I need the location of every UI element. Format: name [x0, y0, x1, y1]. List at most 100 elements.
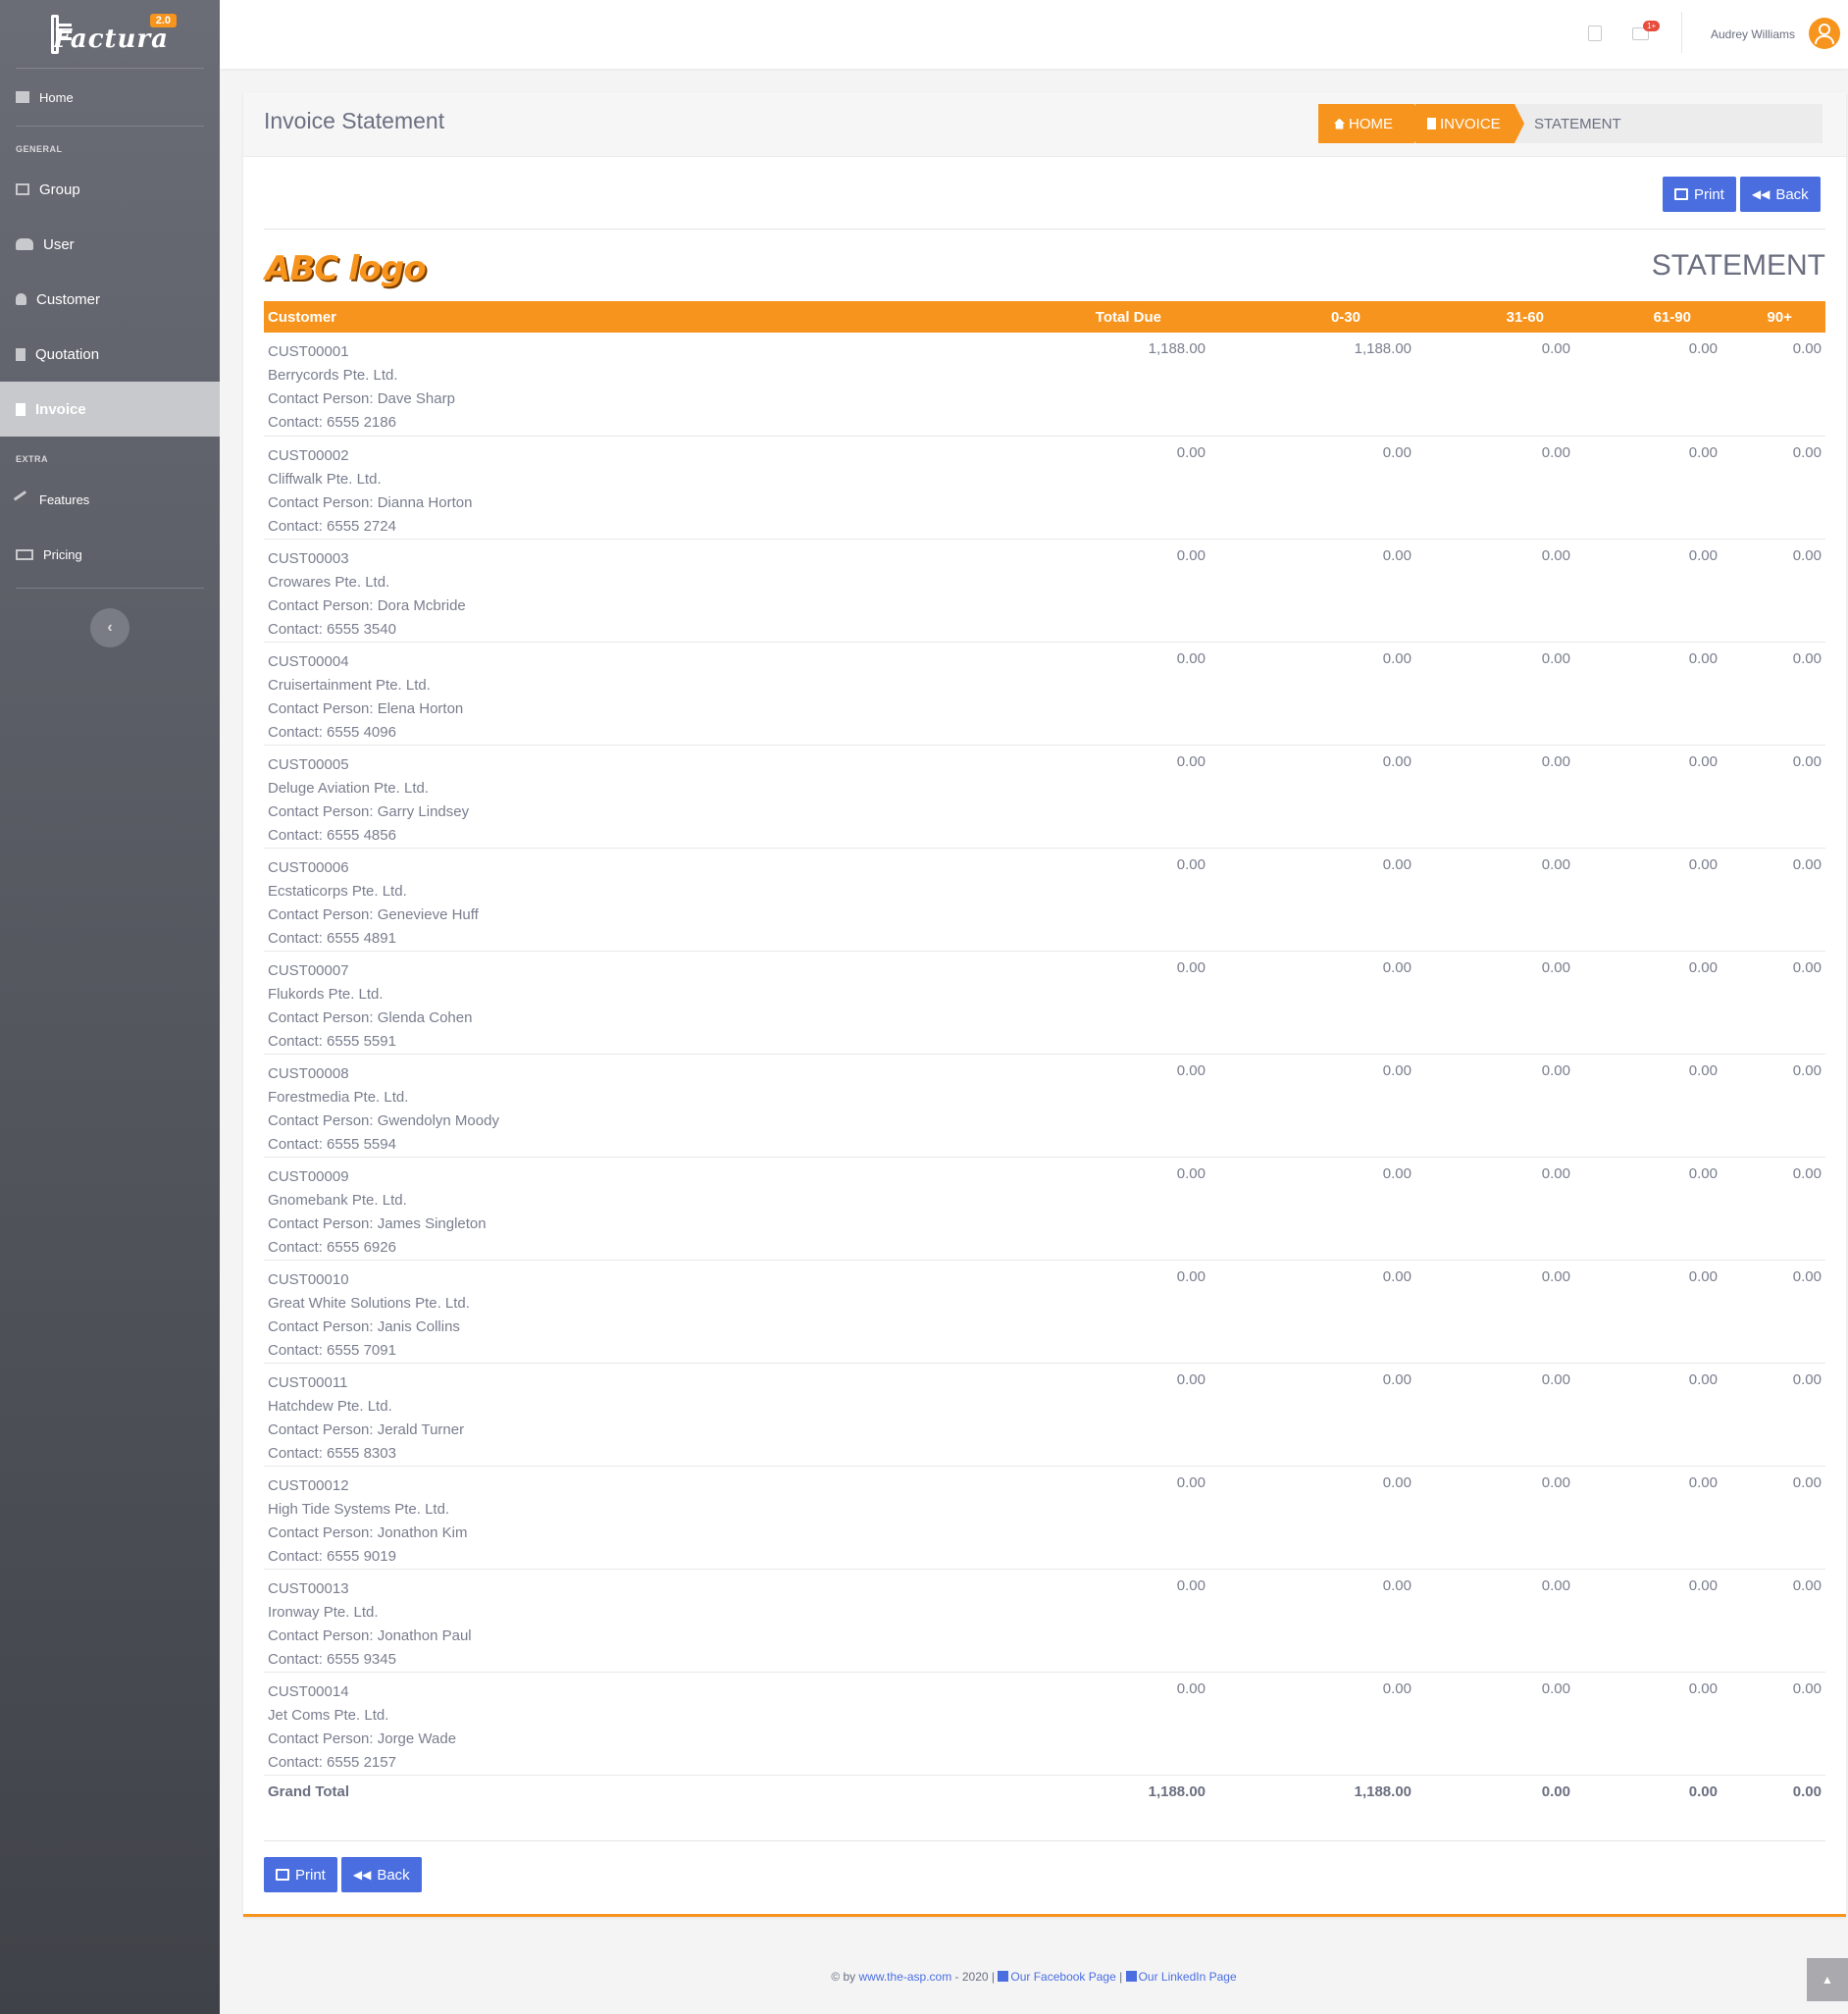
customer-code: CUST00014	[268, 1682, 349, 1700]
amount-cell: 0.00	[1029, 1260, 1235, 1364]
customer-contact: Contact: 6555 5594	[268, 1135, 396, 1153]
customer-code: CUST00007	[268, 961, 349, 979]
customer-person: Contact Person: Elena Horton	[268, 699, 464, 717]
customer-code: CUST00002	[268, 446, 349, 464]
amount-cell: 0.00	[1441, 745, 1588, 849]
scroll-to-top-button[interactable]: ▲	[1807, 1958, 1848, 2001]
amount-cell: 0.00	[1235, 1363, 1441, 1467]
app-logo[interactable]: Factura 2.0	[16, 0, 204, 69]
amount-cell: 0.00	[1235, 951, 1441, 1055]
sidebar-item-user[interactable]: User	[0, 217, 220, 272]
customer-contact: Contact: 6555 2186	[268, 414, 396, 431]
topbar: 1+ Audrey Williams	[220, 0, 1848, 69]
print-button[interactable]: Print	[1663, 177, 1736, 212]
sidebar-item-customer[interactable]: Customer	[0, 272, 220, 327]
linkedin-icon	[1125, 1971, 1137, 1982]
site-link[interactable]: www.the-asp.com	[859, 1970, 952, 1984]
company-logo: ABC logo	[265, 249, 427, 288]
amount-cell: 0.00	[1441, 1260, 1588, 1364]
amount-cell: 0.00	[1029, 951, 1235, 1055]
customer-code: CUST00003	[268, 549, 349, 567]
amount-cell: 0.00	[1735, 333, 1825, 437]
customer-cell: CUST00003 Crowares Pte. Ltd. Contact Perso…	[264, 539, 1029, 643]
customer-code: CUST00008	[268, 1064, 349, 1082]
column-header: 31-60	[1441, 301, 1588, 333]
contacts-icon[interactable]	[1588, 26, 1602, 41]
table-row: CUST00013 Ironway Pte. Ltd. Contact Person…	[264, 1569, 1825, 1673]
amount-cell: 0.00	[1441, 539, 1588, 643]
sidebar-item-quotation[interactable]: Quotation	[0, 327, 220, 382]
amount-cell: 0.00	[1235, 642, 1441, 746]
customer-company: Jet Coms Pte. Ltd.	[268, 1706, 389, 1724]
bottom-actions: Print ◀◀ Back	[264, 1857, 422, 1892]
customer-contact: Contact: 6555 9345	[268, 1650, 396, 1668]
grand-total-amount: 0.00	[1792, 1782, 1822, 1800]
column-header: 90+	[1735, 301, 1825, 333]
avatar[interactable]	[1809, 18, 1840, 49]
sidebar-item-group[interactable]: Group	[0, 162, 220, 217]
customer-person: Contact Person: Jonathon Paul	[268, 1627, 472, 1644]
version-badge: 2.0	[149, 13, 177, 27]
amount-cell: 0.00	[1029, 1672, 1235, 1776]
back-button[interactable]: ◀◀ Back	[1739, 177, 1821, 212]
amount-cell: 0.00	[1735, 1672, 1825, 1776]
sidebar-item-pricing[interactable]: Pricing	[0, 527, 220, 582]
customer-code: CUST00001	[268, 343, 349, 360]
amount-cell: 0.00	[1235, 1157, 1441, 1261]
customer-cell: CUST00010 Great White Solutions Pte. Ltd.…	[264, 1260, 1029, 1364]
facebook-link[interactable]: Our Facebook Page	[1010, 1970, 1115, 1984]
breadcrumb-invoice[interactable]: INVOICE	[1414, 104, 1524, 143]
amount-cell: 0.00	[1235, 1466, 1441, 1570]
customer-cell: CUST00012 High Tide Systems Pte. Ltd. Cont…	[264, 1466, 1029, 1570]
sidebar-item-home[interactable]: Home	[0, 69, 220, 126]
amount-cell: 0.00	[1029, 539, 1235, 643]
customer-company: Cruisertainment Pte. Ltd.	[268, 676, 431, 694]
page-title: Invoice Statement	[264, 108, 445, 133]
customer-person: Contact Person: Dora Mcbride	[268, 596, 466, 614]
customer-contact: Contact: 6555 5591	[268, 1032, 396, 1050]
amount-cell: 0.00	[1029, 1157, 1235, 1261]
customer-cell: CUST00002 Cliffwalk Pte. Ltd. Contact Pers…	[264, 436, 1029, 540]
sidebar-item-invoice[interactable]: Invoice	[0, 382, 220, 437]
amount-cell: 0.00	[1588, 1260, 1735, 1364]
customer-contact: Contact: 6555 2724	[268, 517, 396, 535]
customer-person: Contact Person: Janis Collins	[268, 1317, 460, 1335]
column-header: Customer	[264, 301, 1029, 333]
user-name[interactable]: Audrey Williams	[1711, 27, 1795, 41]
sidebar-item-features[interactable]: Features	[0, 472, 220, 527]
table-row: CUST00007 Flukords Pte. Ltd. Contact Perso…	[264, 951, 1825, 1055]
amount-cell: 0.00	[1441, 1466, 1588, 1570]
amount-cell: 0.00	[1441, 1569, 1588, 1673]
breadcrumb-home[interactable]: HOME	[1318, 104, 1424, 143]
customer-code: CUST00011	[268, 1373, 348, 1391]
customer-contact: Contact: 6555 9019	[268, 1547, 396, 1565]
back-button[interactable]: ◀◀ Back	[340, 1857, 422, 1892]
amount-cell: 0.00	[1029, 642, 1235, 746]
amount-cell: 0.00	[1735, 1466, 1825, 1570]
customer-cell: CUST00011 Hatchdew Pte. Ltd. Contact Perso…	[264, 1363, 1029, 1467]
customer-company: Ironway Pte. Ltd.	[268, 1603, 379, 1621]
dashboard-icon	[16, 91, 29, 103]
customer-cell: CUST00001 Berrycords Pte. Ltd. Contact Per…	[264, 333, 1029, 437]
customer-contact: Contact: 6555 6926	[268, 1238, 396, 1256]
section-label-general: GENERAL	[16, 144, 63, 154]
customer-person: Contact Person: Garry Lindsey	[268, 802, 470, 820]
statement-heading: STATEMENT	[1651, 249, 1825, 282]
customer-person: Contact Person: Dave Sharp	[268, 390, 455, 407]
linkedin-link[interactable]: Our LinkedIn Page	[1139, 1970, 1237, 1984]
amount-cell: 0.00	[1235, 1569, 1441, 1673]
customer-cell: CUST00009 Gnomebank Pte. Ltd. Contact Pers…	[264, 1157, 1029, 1261]
customer-contact: Contact: 6555 7091	[268, 1341, 396, 1359]
customer-code: CUST00006	[268, 858, 349, 876]
sidebar-collapse-button[interactable]: ‹	[90, 608, 129, 647]
column-header: 61-90	[1588, 301, 1735, 333]
group-icon	[16, 183, 29, 195]
breadcrumb-current: STATEMENT	[1534, 115, 1621, 132]
amount-cell: 0.00	[1735, 848, 1825, 952]
customer-person: Contact Person: Dianna Horton	[268, 493, 473, 511]
print-button[interactable]: Print	[264, 1857, 337, 1892]
table-row: CUST00008 Forestmedia Pte. Ltd. Contact Pe…	[264, 1054, 1825, 1158]
customer-code: CUST00009	[268, 1167, 349, 1185]
amount-cell: 0.00	[1735, 1569, 1825, 1673]
table-header-row: Customer Total Due 0-30 31-60 61-90 90+	[264, 301, 1825, 333]
